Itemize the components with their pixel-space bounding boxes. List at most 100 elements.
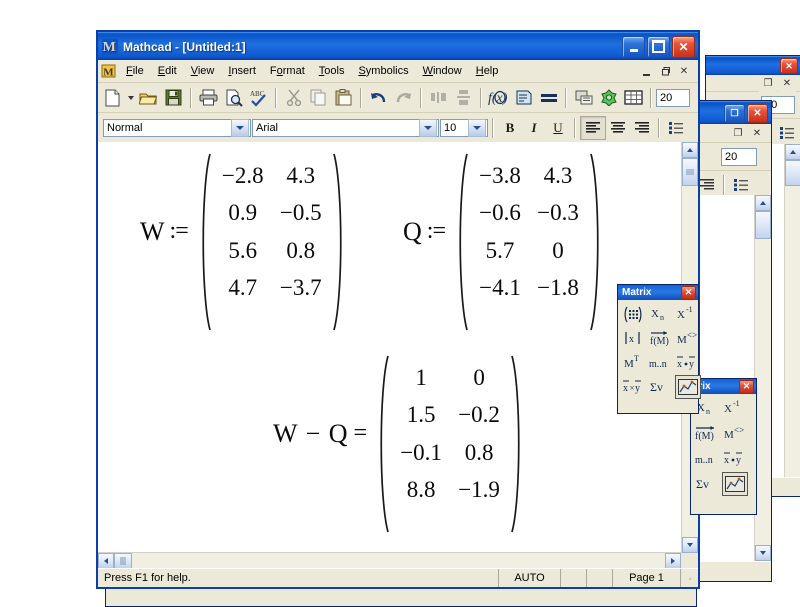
insert-table-icon[interactable] (621, 86, 646, 110)
vectorize-icon[interactable]: f(M) (694, 422, 718, 444)
matrix-column-icon[interactable]: M <> (722, 422, 746, 444)
spell-check-icon[interactable]: ABC (246, 86, 271, 110)
background-window-2-standard-toolbar[interactable]: 20 (691, 143, 771, 171)
menu-item-file[interactable]: File (119, 63, 151, 79)
minimize-icon[interactable] (637, 62, 655, 80)
background-window-3-controls[interactable]: ✕ (780, 58, 798, 74)
zoom-combo[interactable]: 20 (656, 88, 690, 107)
align-center-icon[interactable] (606, 117, 630, 139)
close-icon[interactable]: ✕ (747, 103, 768, 123)
bold-button[interactable]: B (498, 117, 522, 139)
font-size-combo[interactable]: 10 (440, 118, 488, 137)
minimize-icon[interactable] (622, 35, 645, 58)
standard-toolbar[interactable]: ABC f(x) 20 (98, 83, 698, 113)
background-window-3-menubar[interactable]: ❐ ✕ (706, 74, 800, 92)
matrix-q[interactable]: −3.8 4.3 −0.6 −0.3 5.7 0 −4.1 −1.8 (453, 152, 605, 331)
menu-item-symbolics[interactable]: Symbolics (351, 63, 415, 79)
expression-q-definition[interactable]: Q := −3.8 4.3 −0.6 −0.3 5.7 0 −4.1 −1.8 (403, 152, 605, 331)
insert-unit-icon[interactable] (511, 86, 536, 110)
style-combo[interactable]: Normal (103, 118, 251, 137)
expression-label[interactable]: W − Q (273, 420, 349, 447)
italic-button[interactable]: I (522, 117, 546, 139)
scroll-thumb[interactable] (114, 553, 132, 569)
matrix-palette-back-buttons[interactable]: Xn X -1 f(M) M <> m..n xy Σv (691, 394, 756, 499)
matrix-inverse-icon[interactable]: X -1 (722, 397, 746, 419)
copy-icon[interactable] (306, 86, 331, 110)
scroll-up-button[interactable] (682, 142, 698, 158)
scroll-thumb[interactable] (755, 211, 771, 239)
chevron-down-icon[interactable] (231, 118, 249, 137)
maximize-icon[interactable] (647, 35, 670, 58)
worksheet-hscrollbar[interactable] (98, 552, 681, 569)
mdi-window-controls[interactable]: ✕ (637, 62, 696, 80)
scroll-up-button[interactable] (755, 195, 771, 211)
close-icon[interactable]: ✕ (778, 74, 796, 92)
insert-component-icon[interactable] (571, 86, 596, 110)
matrix-subscript-icon[interactable]: Xn (648, 303, 672, 325)
vector-sum-icon[interactable]: Σv (694, 472, 718, 494)
scroll-down-button[interactable] (682, 537, 698, 553)
main-window-controls[interactable]: ✕ (622, 35, 695, 58)
save-icon[interactable] (161, 86, 186, 110)
insert-matrix-icon[interactable] (621, 303, 645, 325)
expression-w-minus-q-result[interactable]: W − Q = 10 1.5 −0.2 −0.1 0.8 8.8 −1.9 (273, 354, 526, 533)
close-icon[interactable]: ✕ (739, 379, 754, 394)
redo-icon[interactable] (391, 86, 416, 110)
scroll-left-button[interactable] (98, 553, 114, 569)
chevron-down-icon[interactable] (468, 118, 486, 137)
print-preview-icon[interactable] (221, 86, 246, 110)
calculate-icon[interactable] (536, 86, 561, 110)
close-icon[interactable]: ✕ (675, 62, 693, 80)
background-window-2-titlebar[interactable]: ❐ ✕ (691, 101, 771, 124)
menu-item-format[interactable]: Format (263, 63, 312, 79)
range-variable-icon[interactable]: m..n (694, 447, 718, 469)
range-variable-icon[interactable]: m..n (648, 351, 672, 373)
undo-icon[interactable] (366, 86, 391, 110)
mathcad-main-window[interactable]: M M Mathcad - [Untitled:1] ✕ M File Edit… (96, 30, 700, 589)
dot-product-icon[interactable]: xy (722, 447, 746, 469)
menu-item-window[interactable]: Window (416, 63, 469, 79)
variable-label-q[interactable]: Q (403, 218, 422, 245)
background-window-3-vscrollbar[interactable] (784, 144, 800, 477)
align-down-icon[interactable] (451, 86, 476, 110)
matrix-inverse-icon[interactable]: X -1 (675, 303, 699, 325)
underline-button[interactable]: U (546, 117, 570, 139)
new-dropdown-icon[interactable] (125, 86, 136, 110)
expression-w-definition[interactable]: W := −2.8 4.3 0.9 −0.5 5.6 0.8 4.7 −3.7 (140, 152, 348, 331)
mdi-document-icon[interactable]: M (101, 64, 116, 78)
close-icon[interactable]: ✕ (780, 58, 798, 74)
worksheet[interactable]: W := −2.8 4.3 0.9 −0.5 5.6 0.8 4.7 −3.7 … (98, 142, 681, 553)
open-folder-icon[interactable] (136, 86, 161, 110)
main-menubar[interactable]: M File Edit View Insert Format Tools Sym… (98, 60, 698, 83)
cross-product-icon[interactable]: x × y (621, 375, 645, 397)
dot-product-icon[interactable]: xy (675, 351, 699, 373)
matrix-palette-titlebar[interactable]: Matrix ✕ (618, 285, 698, 300)
align-left-icon[interactable] (580, 115, 606, 140)
align-right-icon[interactable] (630, 117, 654, 139)
restore-icon[interactable] (656, 62, 674, 80)
scroll-right-button[interactable] (665, 553, 681, 569)
close-icon[interactable]: ✕ (748, 124, 766, 142)
vectorize-icon[interactable]: f(M) (648, 327, 672, 349)
matrix-palette-front[interactable]: Matrix ✕ Xn X -1 x f(M) M <> M T m..n x … (617, 284, 701, 414)
graph-picture-icon[interactable] (722, 472, 748, 496)
transpose-icon[interactable]: MT (621, 351, 645, 373)
close-icon[interactable]: ✕ (672, 35, 695, 58)
matrix-palette-buttons[interactable]: Xn X -1 x f(M) M <> MT m..n xy x × y Σv (618, 300, 701, 402)
new-document-icon[interactable] (100, 86, 125, 110)
menu-item-edit[interactable]: Edit (151, 63, 184, 79)
menu-item-tools[interactable]: Tools (312, 63, 352, 79)
background-window-3-mdi-controls[interactable]: ❐ ✕ (759, 74, 799, 92)
resize-grip[interactable] (680, 569, 698, 587)
maximize-icon[interactable]: ❐ (724, 103, 745, 123)
resource-center-icon[interactable] (596, 86, 621, 110)
restore-icon[interactable]: ❐ (759, 74, 777, 92)
matrix-result[interactable]: 10 1.5 −0.2 −0.1 0.8 8.8 −1.9 (374, 354, 526, 533)
print-icon[interactable] (196, 86, 221, 110)
format-toolbar[interactable]: Normal Arial 10 B I U (98, 113, 698, 143)
insert-function-icon[interactable]: f(x) (486, 86, 511, 110)
determinant-icon[interactable]: x (621, 327, 645, 349)
bullet-list-icon[interactable] (664, 117, 688, 139)
chevron-down-icon[interactable] (419, 118, 437, 137)
variable-label-w[interactable]: W (140, 218, 165, 245)
